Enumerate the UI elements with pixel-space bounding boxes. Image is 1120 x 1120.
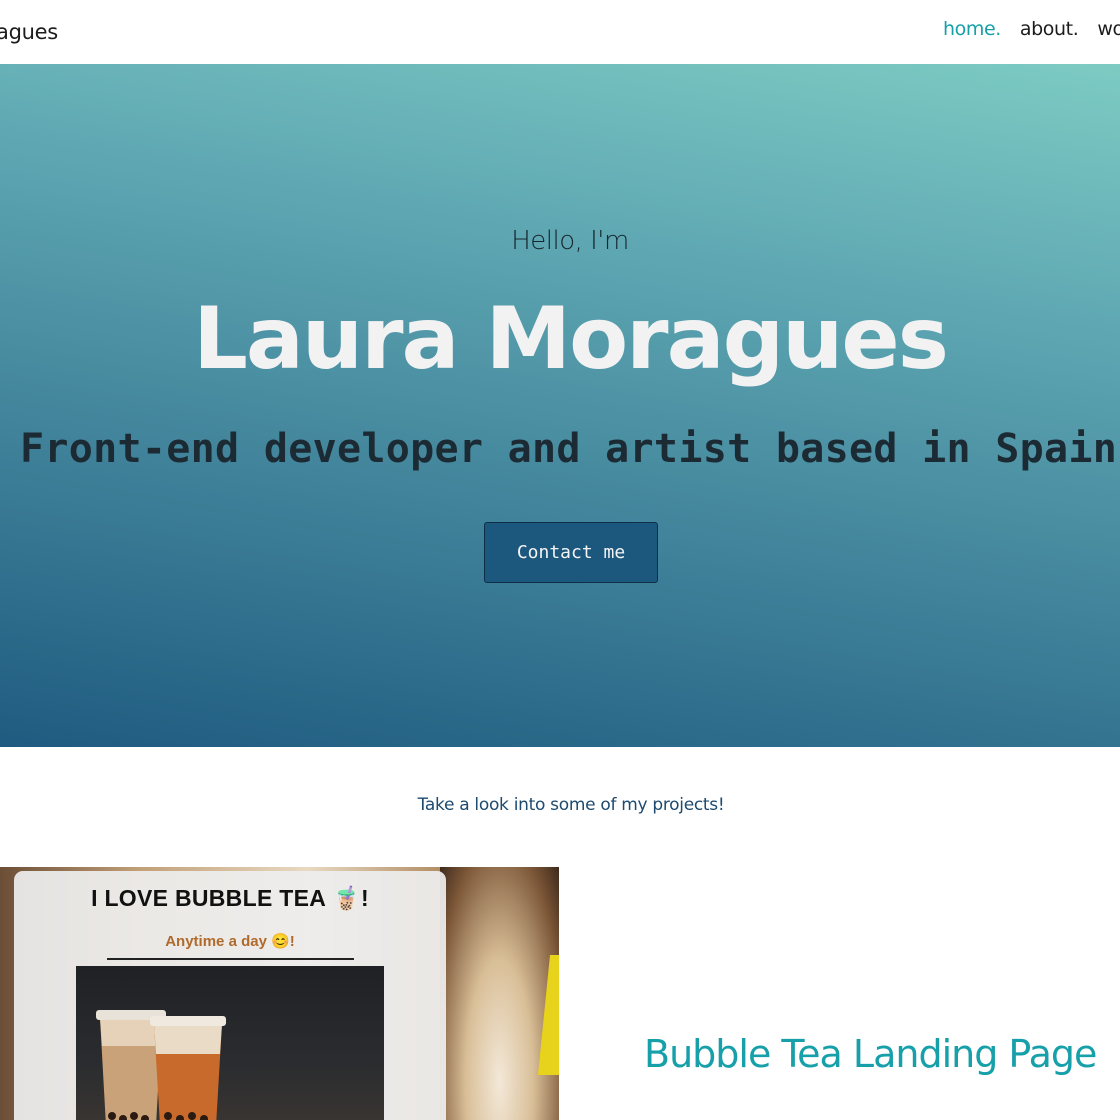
hero-tagline: Front-end developer and artist based in … xyxy=(20,426,1118,472)
hero-name: Laura Moragues xyxy=(193,289,949,389)
bubble-tea-cups-illustration xyxy=(96,1010,226,1120)
site-header: agues home. about. wo xyxy=(0,0,1120,64)
thumbnail-heading: I LOVE BUBBLE TEA 🧋! xyxy=(91,885,369,911)
nav-link-work[interactable]: wo xyxy=(1097,18,1120,40)
bubble-tea-photo xyxy=(76,966,384,1120)
hero-section: Hello, I'm Laura Moragues Front-end deve… xyxy=(0,64,1120,747)
projects-intro-text: Take a look into some of my projects! xyxy=(417,795,725,815)
brand-logo-text[interactable]: agues xyxy=(0,20,58,44)
project-title-link[interactable]: Bubble Tea Landing Page xyxy=(644,1032,1097,1076)
nav-link-home[interactable]: home. xyxy=(943,18,1001,40)
thumbnail-subheading: Anytime a day 😊! xyxy=(165,933,295,950)
main-nav: home. about. wo xyxy=(943,18,1120,40)
lime-slice-illustration xyxy=(538,955,559,1075)
contact-me-button[interactable]: Contact me xyxy=(484,522,658,583)
thumbnail-divider xyxy=(107,958,354,960)
hero-greeting: Hello, I'm xyxy=(511,226,629,256)
nav-link-about[interactable]: about. xyxy=(1020,18,1079,40)
project-thumbnail-bubble-tea[interactable]: I LOVE BUBBLE TEA 🧋! Anytime a day 😊! xyxy=(0,867,559,1120)
